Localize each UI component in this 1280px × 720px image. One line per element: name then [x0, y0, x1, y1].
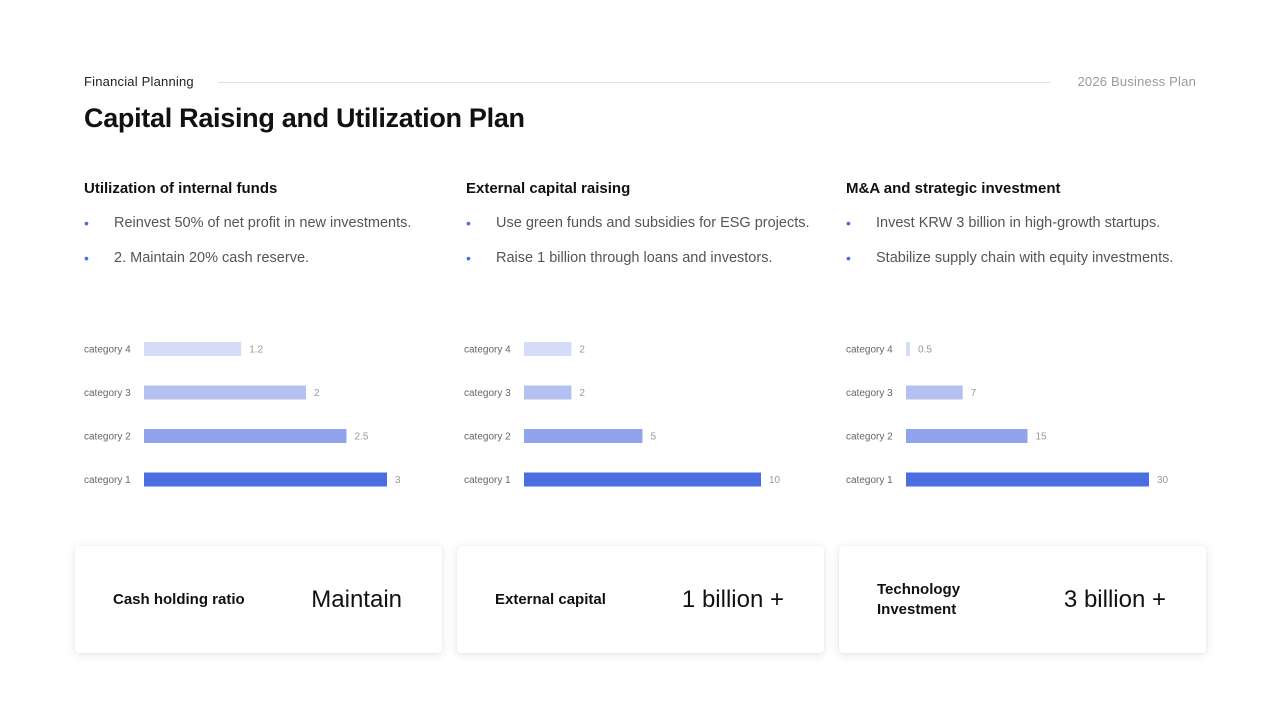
category-label: category 4 — [846, 345, 893, 356]
value-label: 10 — [769, 475, 781, 486]
plan-label: 2026 Business Plan — [1077, 74, 1196, 89]
column-ma-investment: M&A and strategic investment • Invest KRW… — [846, 180, 1216, 284]
value-label: 3 — [395, 475, 401, 486]
value-label: 2 — [579, 388, 585, 399]
value-label: 2 — [314, 388, 320, 399]
bar — [906, 342, 911, 356]
category-label: category 3 — [846, 388, 893, 399]
value-label: 7 — [971, 388, 977, 399]
bullet-text: Raise 1 billion through loans and invest… — [496, 250, 773, 266]
bar — [144, 385, 306, 400]
value-label: 15 — [1036, 432, 1048, 443]
category-label: category 1 — [464, 475, 511, 486]
bullet-list: • Reinvest 50% of net profit in new inves… — [84, 214, 454, 284]
header: Financial Planning 2026 Business Plan — [84, 74, 1196, 92]
summary-card-external: External capital 1 billion + — [457, 546, 824, 653]
chart-external-capital: category 4 2 category 3 2 category 2 5 categor… — [464, 338, 824, 488]
bullet-text: 2. Maintain 20% cash reserve. — [114, 250, 310, 266]
list-item: • Stabilize supply chain with equity inve… — [846, 249, 1216, 284]
bullet-icon: • — [466, 215, 471, 231]
bullet-text: Stabilize supply chain with equity inves… — [876, 250, 1174, 266]
bar — [144, 342, 242, 356]
bar-chart-svg: category 4 1.2 category 3 2 category 2 2.5 cat… — [84, 342, 401, 487]
bullet-icon: • — [466, 250, 471, 266]
bar — [524, 385, 572, 400]
value-label: 1.2 — [249, 345, 263, 356]
bullet-text: Invest KRW 3 billion in high-growth star… — [876, 215, 1161, 231]
column-external-capital: External capital raising • Use green fund… — [466, 180, 836, 284]
card-value: 1 billion + — [681, 585, 784, 613]
bullet-icon: • — [846, 250, 851, 266]
category-label: category 4 — [464, 345, 511, 356]
column-title: M&A and strategic investment — [846, 180, 1061, 197]
list-item: • Use green funds and subsidies for ESG p… — [466, 214, 836, 249]
category-label: category 3 — [464, 388, 511, 399]
section-kicker: Financial Planning — [84, 74, 194, 89]
value-label: 2.5 — [355, 432, 369, 443]
bar — [144, 429, 347, 443]
header-divider — [218, 82, 1050, 83]
bullet-icon: • — [846, 215, 851, 231]
bullet-icon: • — [84, 215, 89, 231]
value-label: 0.5 — [918, 345, 932, 356]
column-title: Utilization of internal funds — [84, 180, 278, 197]
bar — [524, 342, 572, 356]
summary-card-cash: Cash holding ratio Maintain — [75, 546, 442, 653]
column-internal-funds: Utilization of internal funds • Reinvest … — [84, 180, 454, 284]
category-label: category 2 — [846, 432, 893, 443]
value-label: 5 — [651, 432, 657, 443]
bullet-list: • Use green funds and subsidies for ESG p… — [466, 214, 836, 284]
list-item: • Raise 1 billion through loans and inves… — [466, 249, 836, 284]
chart-internal-funds: category 4 1.2 category 3 2 category 2 2.5 cat… — [84, 338, 444, 488]
bar — [524, 472, 761, 487]
bar — [906, 385, 963, 400]
category-label: category 2 — [464, 432, 511, 443]
category-label: category 1 — [84, 475, 131, 486]
list-item: • Reinvest 50% of net profit in new inves… — [84, 214, 454, 249]
bar — [906, 429, 1028, 443]
bar — [144, 472, 387, 487]
bar-chart-svg: category 4 0.5 category 3 7 category 2 15 cate… — [846, 342, 1169, 487]
chart-ma-investment: category 4 0.5 category 3 7 category 2 15 cate… — [846, 338, 1206, 488]
category-label: category 2 — [84, 432, 131, 443]
category-label: category 3 — [84, 388, 131, 399]
card-label: External capital — [495, 590, 606, 608]
list-item: • 2. Maintain 20% cash reserve. — [84, 249, 454, 284]
bullet-icon: • — [84, 250, 89, 266]
card-label: Technology Investment — [877, 580, 961, 618]
list-item: • Invest KRW 3 billion in high-growth sta… — [846, 214, 1216, 249]
category-label: category 1 — [846, 475, 893, 486]
card-value: Maintain — [311, 585, 402, 613]
page-title: Capital Raising and Utilization Plan — [84, 103, 525, 133]
bullet-text: Reinvest 50% of net profit in new invest… — [114, 215, 412, 231]
category-label: category 4 — [84, 345, 131, 356]
card-label: Cash holding ratio — [113, 590, 245, 608]
column-title: External capital raising — [466, 180, 631, 197]
bullet-text: Use green funds and subsidies for ESG pr… — [496, 215, 810, 231]
value-label: 30 — [1157, 475, 1169, 486]
bullet-list: • Invest KRW 3 billion in high-growth sta… — [846, 214, 1216, 284]
card-value: 3 billion + — [1063, 585, 1166, 613]
bar — [906, 472, 1149, 487]
summary-card-technology: Technology Investment 3 billion + — [839, 546, 1206, 653]
value-label: 2 — [579, 345, 585, 356]
bar-chart-svg: category 4 2 category 3 2 category 2 5 categor… — [464, 342, 781, 487]
bar — [524, 429, 643, 443]
